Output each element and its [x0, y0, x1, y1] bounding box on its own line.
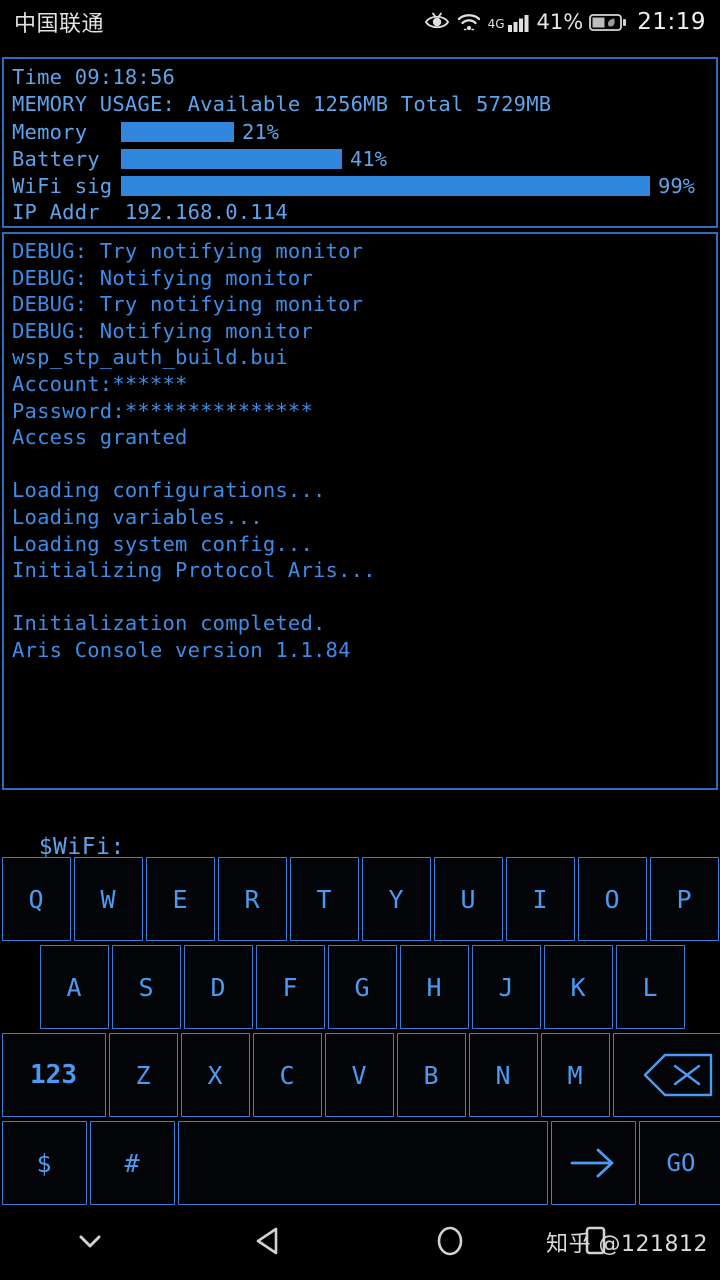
battery-saver-icon: [589, 11, 627, 33]
key-go[interactable]: GO: [638, 1121, 720, 1205]
keyboard-row-1: QWERTYUIOP: [0, 855, 720, 943]
keyboard-row-2: ASDFGHJKL: [0, 943, 720, 1031]
key-e[interactable]: E: [145, 857, 215, 941]
wifi-bar-row: WiFi sig 99%: [12, 172, 708, 199]
keyboard-row-3: 123 Z X C V B N M: [0, 1031, 720, 1119]
console-line: Initializing Protocol Aris...: [12, 558, 376, 583]
console-line: DEBUG: Try notifying monitor: [12, 239, 364, 263]
key-numeric-switch[interactable]: 123: [1, 1033, 106, 1117]
wifi-bar-percent: 99%: [658, 173, 696, 198]
carrier-label: 中国联通: [14, 12, 105, 37]
key-t[interactable]: T: [289, 857, 359, 941]
status-icons-group: 4G 41% 21:19: [424, 9, 706, 35]
console-line: Access granted: [12, 425, 188, 450]
console-line: Initialization completed.: [12, 611, 326, 636]
key-a[interactable]: A: [39, 945, 109, 1029]
battery-bar-row: Battery 41%: [12, 145, 708, 172]
wifi-bar-label: WiFi sig: [12, 173, 113, 198]
home-circle-icon: [430, 1221, 470, 1265]
back-button[interactable]: [180, 1205, 360, 1280]
battery-bar-percent: 41%: [350, 146, 388, 171]
memory-bar-track: [121, 121, 234, 142]
key-dollar[interactable]: $: [1, 1121, 87, 1205]
console-line: Aris Console version 1.1.84: [12, 637, 351, 662]
console-line: DEBUG: Try notifying monitor: [12, 292, 364, 317]
memory-bar-row: Memory 21%: [12, 118, 708, 145]
memory-bar-percent: 21%: [242, 119, 280, 144]
console-line: Password:***************: [12, 398, 314, 423]
key-backspace[interactable]: [612, 1033, 720, 1117]
key-b[interactable]: B: [396, 1033, 466, 1117]
console-line: Account:******: [12, 371, 188, 396]
key-l[interactable]: L: [615, 945, 685, 1029]
console-line: Loading system config...: [12, 531, 314, 556]
console-line: Loading configurations...: [12, 478, 326, 503]
ip-address-line: IP Addr 192.168.0.114: [12, 200, 288, 224]
chevron-down-icon: [70, 1221, 110, 1265]
key-z[interactable]: Z: [108, 1033, 178, 1117]
key-n[interactable]: N: [468, 1033, 538, 1117]
system-stats-panel: Time 09:18:56 MEMORY USAGE: Available 12…: [2, 57, 718, 228]
battery-percent-label: 41%: [536, 10, 584, 34]
key-g[interactable]: G: [327, 945, 397, 1029]
key-q[interactable]: Q: [1, 857, 71, 941]
wifi-icon: [456, 11, 482, 33]
console-line: DEBUG: Notifying monitor: [12, 318, 314, 343]
hide-keyboard-button[interactable]: [0, 1205, 180, 1280]
virtual-keyboard[interactable]: QWERTYUIOP ASDFGHJKL 123 Z X C V B N M $ # GO: [0, 855, 720, 1205]
key-s[interactable]: S: [111, 945, 181, 1029]
key-u[interactable]: U: [433, 857, 503, 941]
key-arrow-right[interactable]: [550, 1121, 636, 1205]
key-i[interactable]: I: [505, 857, 575, 941]
key-y[interactable]: Y: [361, 857, 431, 941]
key-d[interactable]: D: [183, 945, 253, 1029]
console-line: wsp_stp_auth_build.bui: [12, 345, 288, 370]
key-k[interactable]: K: [543, 945, 613, 1029]
key-j[interactable]: J: [471, 945, 541, 1029]
console-output-panel[interactable]: DEBUG: Try notifying monitor DEBUG: Notif…: [2, 232, 718, 790]
key-r[interactable]: R: [217, 857, 287, 941]
wifi-bar-fill: [121, 175, 650, 196]
command-prompt[interactable]: $WiFi:: [10, 808, 127, 860]
console-line: DEBUG: Notifying monitor: [12, 265, 314, 290]
console-line: Loading variables...: [12, 504, 263, 529]
watermark-label: 知乎 @121812: [546, 1232, 708, 1257]
battery-bar-label: Battery: [12, 146, 100, 171]
backspace-icon: [643, 1053, 712, 1097]
battery-bar-track: [121, 148, 342, 169]
key-hash[interactable]: #: [89, 1121, 175, 1205]
time-line: Time 09:18:56: [12, 65, 176, 89]
clock-label: 21:19: [637, 9, 706, 35]
key-o[interactable]: O: [577, 857, 647, 941]
network-type-label: 4G: [487, 17, 505, 31]
signal-bars-icon: [507, 11, 531, 33]
key-c[interactable]: C: [252, 1033, 322, 1117]
memory-bar-label: Memory: [12, 119, 100, 144]
key-v[interactable]: V: [324, 1033, 394, 1117]
key-m[interactable]: M: [540, 1033, 610, 1117]
key-h[interactable]: H: [399, 945, 469, 1029]
key-f[interactable]: F: [255, 945, 325, 1029]
key-p[interactable]: P: [649, 857, 719, 941]
keyboard-row-4: $ # GO: [0, 1119, 720, 1207]
back-triangle-icon: [250, 1221, 290, 1265]
battery-bar-fill: [121, 148, 342, 169]
status-bar: 中国联通 4G 41% 21:19: [0, 0, 720, 44]
key-w[interactable]: W: [73, 857, 143, 941]
wifi-bar-track: [121, 175, 650, 196]
key-x[interactable]: X: [180, 1033, 250, 1117]
memory-bar-fill: [121, 121, 234, 142]
arrow-right-icon: [570, 1148, 614, 1178]
eye-comfort-icon: [424, 11, 450, 33]
key-space[interactable]: [177, 1121, 548, 1205]
home-button[interactable]: [360, 1205, 540, 1280]
memory-usage-line: MEMORY USAGE: Available 1256MB Total 572…: [12, 92, 552, 116]
